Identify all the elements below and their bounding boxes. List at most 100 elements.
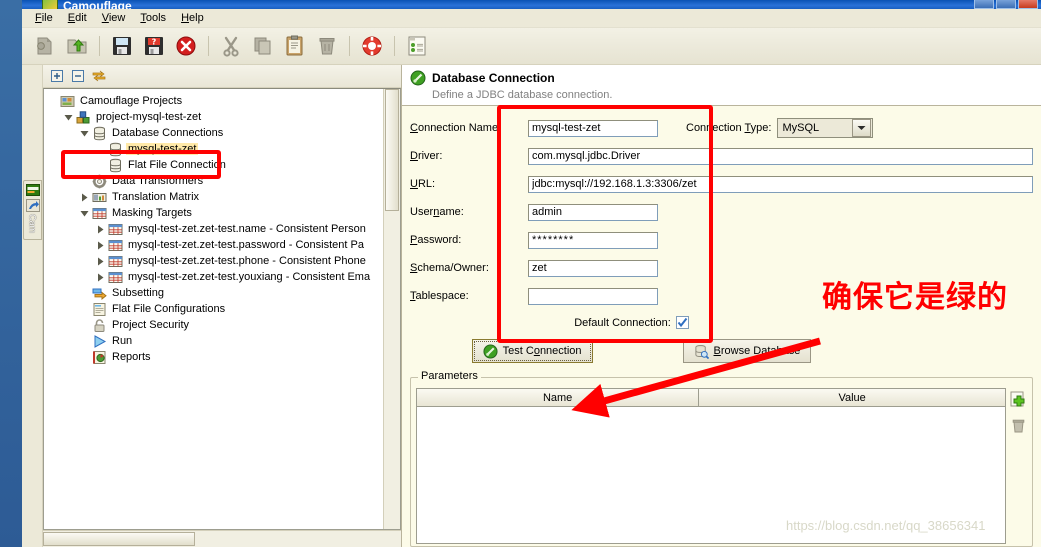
open-project-icon[interactable] [62,31,92,61]
table-icon [107,221,123,237]
window-title: Camouflage [63,0,132,9]
tree-item[interactable]: Run [46,333,383,349]
tree-item[interactable]: mysql-test-zet.zet-test.password - Consi… [46,237,383,253]
tree-item[interactable]: mysql-test-zet.zet-test.youxiang - Consi… [46,269,383,285]
tree-expander-spacer [94,157,107,173]
copy-icon[interactable] [248,31,278,61]
add-parameter-icon[interactable] [1009,390,1027,408]
menu-tools[interactable]: Tools [133,10,174,26]
tree-item-label: mysql-test-zet.zet-test.youxiang - Consi… [128,271,371,283]
connection-type-select[interactable]: MySQL [777,118,874,138]
gear-icon [91,173,107,189]
project-tree[interactable]: Camouflage Projects project-mysql-test-ze… [44,89,383,529]
tablespace-input[interactable] [528,287,658,305]
driver-label: Driver: [410,150,443,162]
tree-item[interactable]: Flat File Connection [46,157,383,173]
main-toolbar[interactable]: ? [22,28,1041,65]
maximize-button[interactable] [996,0,1016,9]
tree-expander-open-icon[interactable] [78,205,91,221]
tree-expander-open-icon[interactable] [62,109,75,125]
tree-item[interactable]: Reports [46,349,383,365]
menubar[interactable]: File Edit View Tools Help [22,9,1041,28]
tree-item[interactable]: Database Connections [46,125,383,141]
tree-expander-closed-icon[interactable] [94,237,107,253]
tree-item-label: Translation Matrix [112,191,200,203]
reports-icon [91,349,107,365]
parameters-legend: Parameters [418,370,481,382]
connection-name-input[interactable] [528,119,658,137]
tree-item[interactable]: Data Transformers [46,173,383,189]
column-header-name[interactable]: Name [417,389,700,407]
window-controls[interactable] [974,0,1038,9]
table-icon [107,269,123,285]
database-icon [107,141,123,157]
schema-owner-input[interactable] [528,259,658,277]
tree-item[interactable]: Translation Matrix [46,189,383,205]
tree-item[interactable]: project-mysql-test-zet [46,109,383,125]
tree-item[interactable]: Camouflage Projects [46,93,383,109]
cut-icon[interactable] [216,31,246,61]
password-input[interactable] [528,231,658,249]
browse-database-button[interactable]: Browse Database [682,339,812,363]
delete-parameter-icon[interactable] [1009,416,1027,434]
save-icon[interactable] [107,31,137,61]
save-as-icon[interactable]: ? [139,31,169,61]
url-input[interactable] [528,175,1033,193]
tree-vscroll-thumb[interactable] [385,89,399,211]
menu-edit[interactable]: Edit [61,10,95,26]
page-title: Database Connection [432,71,555,85]
vertical-tab-camouflage[interactable]: Cam [23,180,42,241]
table-icon [91,205,107,221]
lifering-help-icon[interactable] [357,31,387,61]
camouflage-tab-icon [25,184,40,196]
username-input[interactable] [528,203,658,221]
close-button[interactable] [1018,0,1038,9]
tree-expander-open-icon[interactable] [78,125,91,141]
paste-icon[interactable] [280,31,310,61]
tree-item[interactable]: Masking Targets [46,205,383,221]
tree-item-label: Masking Targets [112,207,192,219]
trash-icon[interactable] [312,31,342,61]
shortcut-arrow-icon [25,199,40,212]
tree-toolbar[interactable] [43,65,401,88]
column-header-value[interactable]: Value [699,389,1005,407]
toolbar-separator [208,36,209,56]
minimize-button[interactable] [974,0,994,9]
editor-header: Database Connection Define a JDBC databa… [402,65,1041,106]
chevron-down-icon[interactable] [852,119,872,137]
report-icon[interactable] [402,31,432,61]
tree-item[interactable]: mysql-test-zet.zet-test.name - Consisten… [46,221,383,237]
tree-expander-closed-icon[interactable] [94,221,107,237]
tree-vertical-scrollbar[interactable] [383,89,400,529]
run-icon [91,333,107,349]
tree-item[interactable]: mysql-test-zet.zet-test.phone - Consiste… [46,253,383,269]
expand-all-icon[interactable] [49,68,65,84]
checkmark-icon [677,317,688,328]
driver-input[interactable] [528,147,1033,165]
tree-item[interactable]: Project Security [46,317,383,333]
tree-expander-closed-icon[interactable] [94,269,107,285]
tree-expander-spacer [78,349,91,365]
refresh-icon[interactable] [91,68,107,84]
delete-icon[interactable] [171,31,201,61]
test-connection-button[interactable]: Test Connection [471,339,593,363]
tree-item-label: mysql-test-zet.zet-test.name - Consisten… [128,223,366,235]
menu-view[interactable]: View [95,10,134,26]
menu-help[interactable]: Help [174,10,212,26]
tree-expander-closed-icon[interactable] [78,189,91,205]
connection-form: Connection Name: Connection Type: MySQL [402,106,1041,363]
collapse-all-icon[interactable] [70,68,86,84]
parameters-table-body[interactable] [417,407,1005,543]
parameters-table[interactable]: Name Value [416,388,1006,544]
tree-horizontal-scrollbar[interactable] [43,530,401,547]
default-connection-checkbox[interactable] [675,316,689,329]
tree-item[interactable]: Subsetting [46,285,383,301]
schema-owner-label: Schema/Owner: [410,262,489,274]
tree-item[interactable]: Flat File Configurations [46,301,383,317]
tree-expander-closed-icon[interactable] [94,253,107,269]
menu-file[interactable]: File [28,10,61,26]
connection-type-group: Connection Type: MySQL [686,118,874,138]
tree-item[interactable]: mysql-test-zet [46,141,383,157]
tree-hscroll-thumb[interactable] [43,532,195,546]
new-project-icon[interactable] [30,31,60,61]
